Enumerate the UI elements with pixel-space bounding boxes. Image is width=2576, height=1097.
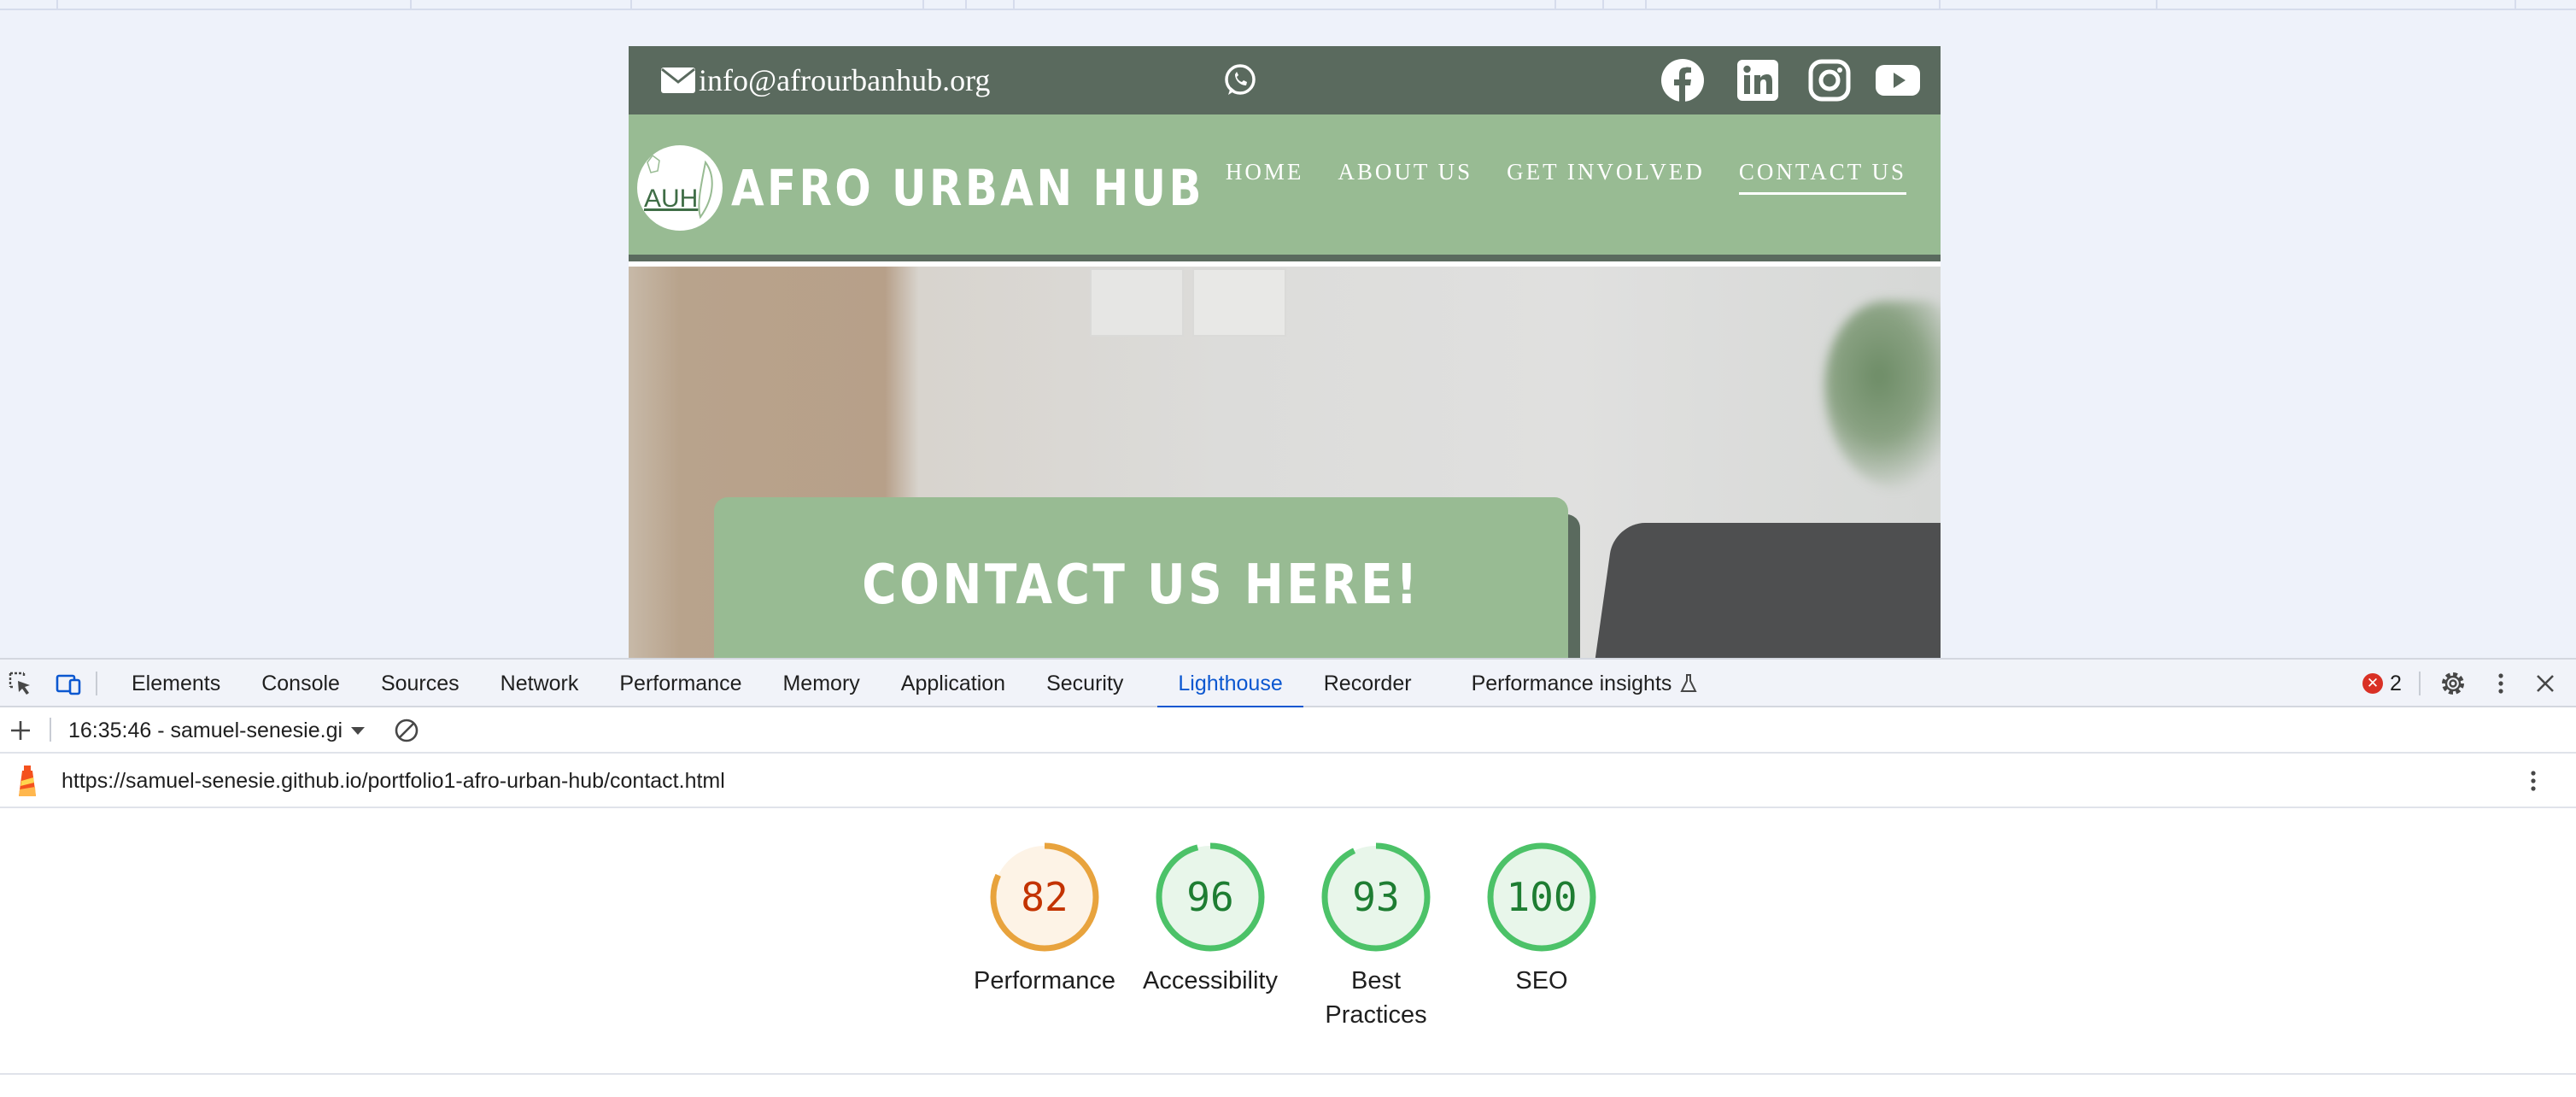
ruler-tick — [56, 0, 58, 10]
tab-application[interactable]: Application — [881, 660, 1026, 707]
ruler-tick — [2156, 0, 2157, 10]
layout-ruler — [0, 0, 2576, 10]
youtube-icon[interactable] — [1876, 58, 1920, 103]
tab-performance-insights-label: Performance insights — [1471, 671, 1672, 695]
ruler-tick — [1602, 0, 1604, 10]
main-navbar: AUH AFRO URBAN HUB HOME ABOUT US GET INV… — [629, 114, 1941, 261]
experiment-flask-icon — [1680, 674, 1698, 692]
ruler-tick — [1554, 0, 1556, 10]
facebook-icon[interactable] — [1660, 58, 1705, 103]
clear-reports-icon[interactable] — [393, 717, 420, 744]
hero-card: CONTACT US HERE! — [714, 497, 1568, 658]
email-text: info@afrourbanhub.org — [699, 63, 991, 97]
tab-elements[interactable]: Elements — [111, 660, 241, 707]
primary-nav: HOME ABOUT US GET INVOLVED CONTACT US — [1226, 159, 1906, 195]
new-report-plus-icon[interactable] — [7, 717, 34, 744]
dropdown-arrow-icon[interactable] — [348, 717, 367, 744]
report-selector[interactable]: 16:35:46 - samuel-senesie.github.io — [68, 719, 342, 743]
report-menu-icon[interactable] — [2520, 767, 2547, 795]
score-value: 93 — [1352, 874, 1400, 920]
score-gauge: 82 — [988, 841, 1101, 953]
tab-recorder[interactable]: Recorder — [1303, 660, 1451, 707]
hero-image: CONTACT US HERE! — [629, 267, 1941, 658]
ruler-tick — [1645, 0, 1647, 10]
audited-url: https://samuel-senesie.github.io/portfol… — [61, 769, 725, 793]
site-brand: AFRO URBAN HUB — [731, 159, 1204, 217]
devtools-tabbar: Elements Console Sources Network Perform… — [0, 660, 2576, 709]
hero-wall-frame — [1090, 268, 1184, 337]
hero-title: CONTACT US HERE! — [862, 554, 1420, 617]
envelope-icon — [661, 67, 695, 93]
tab-memory[interactable]: Memory — [762, 660, 880, 707]
tab-console[interactable]: Console — [241, 660, 360, 707]
instagram-icon[interactable] — [1807, 58, 1852, 103]
tab-network[interactable]: Network — [480, 660, 600, 707]
device-toolbar-icon[interactable] — [55, 670, 82, 697]
score-value: 100 — [1506, 874, 1578, 920]
score-label: Best Practices — [1325, 967, 1427, 1029]
score-label: Accessibility — [1143, 967, 1278, 994]
contact-topbar: info@afrourbanhub.org — [629, 46, 1941, 114]
score-accessibility[interactable]: 96 Accessibility — [1127, 841, 1293, 1032]
score-label: Performance — [973, 967, 1115, 994]
error-icon: ✕ — [2362, 673, 2383, 694]
close-icon[interactable] — [2532, 670, 2559, 697]
score-value: 82 — [1021, 874, 1068, 920]
more-options-icon[interactable] — [2487, 670, 2515, 697]
lighthouse-report-bar: 16:35:46 - samuel-senesie.github.io — [0, 707, 2576, 754]
score-gauge: 100 — [1485, 841, 1598, 953]
ruler-tick — [2515, 0, 2516, 10]
ruler-tick — [1013, 0, 1015, 10]
score-best-practices[interactable]: 93 Best Practices — [1293, 841, 1459, 1032]
nav-contact-link[interactable]: CONTACT US — [1738, 159, 1906, 195]
lighthouse-logo-icon — [19, 766, 36, 796]
inspect-element-icon[interactable] — [7, 670, 34, 697]
hero-wall-frame — [1192, 268, 1286, 337]
ruler-tick — [1939, 0, 1941, 10]
tab-security[interactable]: Security — [1026, 660, 1157, 707]
nav-about-link[interactable]: ABOUT US — [1338, 159, 1472, 195]
error-count-badge[interactable]: ✕ 2 — [2362, 672, 2402, 695]
devtools-tabs: Elements Console Sources Network Perform… — [111, 660, 1718, 709]
toolbar-divider — [2419, 672, 2421, 695]
lighthouse-scores: 82 Performance 96 Accessibility 93 Best Pract… — [962, 841, 1625, 1032]
score-value: 96 — [1186, 874, 1234, 920]
score-label: SEO — [1515, 967, 1568, 994]
toolbar-divider — [50, 718, 51, 742]
site-logo[interactable]: AUH — [637, 145, 723, 231]
tab-performance-insights[interactable]: Performance insights — [1451, 660, 1718, 707]
tab-sources[interactable]: Sources — [360, 660, 480, 707]
website-preview: info@afrourbanhub.org AUH AFRO URBAN HUB… — [629, 46, 1941, 658]
ruler-tick — [630, 0, 632, 10]
ruler-tick — [922, 0, 924, 10]
score-gauge: 96 — [1154, 841, 1267, 953]
audited-url-bar: https://samuel-senesie.github.io/portfol… — [0, 754, 2576, 808]
linkedin-icon[interactable] — [1736, 58, 1780, 103]
email-link[interactable]: info@afrourbanhub.org — [661, 60, 990, 101]
score-gauge: 93 — [1320, 841, 1432, 953]
devtools-panel: Elements Console Sources Network Perform… — [0, 658, 2576, 1097]
logo-text: AUH — [644, 185, 699, 213]
tab-lighthouse[interactable]: Lighthouse — [1157, 660, 1304, 709]
hero-laptop — [1590, 523, 1941, 658]
nav-get-involved-link[interactable]: GET INVOLVED — [1507, 159, 1705, 195]
score-seo[interactable]: 100 SEO — [1459, 841, 1625, 1032]
whatsapp-icon[interactable] — [1223, 63, 1257, 97]
error-count: 2 — [2390, 671, 2402, 695]
score-performance[interactable]: 82 Performance — [962, 841, 1127, 1032]
ruler-tick — [410, 0, 412, 10]
report-divider — [0, 1073, 2576, 1075]
toolbar-divider — [96, 672, 97, 695]
hero-plant — [1824, 301, 1941, 489]
ruler-tick — [965, 0, 967, 10]
tab-performance[interactable]: Performance — [599, 660, 762, 707]
page-viewport: info@afrourbanhub.org AUH AFRO URBAN HUB… — [0, 0, 2576, 658]
settings-gear-icon[interactable] — [2439, 670, 2467, 697]
nav-home-link[interactable]: HOME — [1226, 159, 1304, 195]
